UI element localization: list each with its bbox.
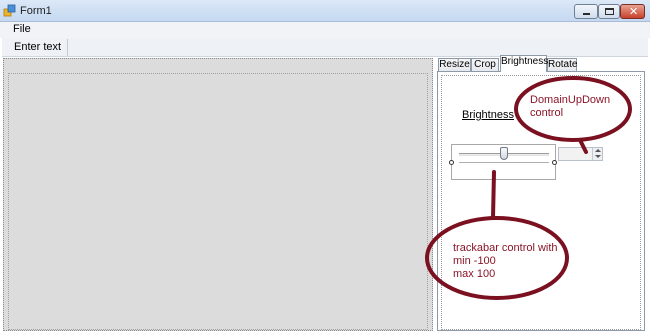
minimize-icon — [583, 13, 590, 15]
spin-up-icon[interactable] — [595, 149, 601, 152]
close-button[interactable]: ✕ — [620, 4, 645, 19]
app-icon — [3, 4, 16, 17]
title-bar: Form1 ✕ — [0, 0, 650, 22]
annotation-trackbar-line1: trackabar control with — [453, 242, 558, 254]
spin-down-icon[interactable] — [595, 155, 601, 158]
annotation-trackbar: trackabar control with min -100 max 100 — [453, 242, 573, 281]
enter-text-button[interactable]: Enter text — [8, 39, 69, 56]
selection-handle-right[interactable] — [552, 160, 557, 165]
image-panel — [3, 58, 433, 331]
maximize-button[interactable] — [598, 4, 620, 19]
image-area[interactable] — [8, 73, 428, 330]
domain-updown[interactable] — [558, 147, 603, 161]
tab-resize[interactable]: Resize — [438, 58, 471, 72]
brightness-label: Brightness — [462, 109, 514, 121]
toolbar: Enter text — [2, 38, 648, 57]
annotation-trackbar-line3: max 100 — [453, 268, 496, 280]
menu-file[interactable]: File — [13, 23, 31, 35]
minimize-button[interactable] — [574, 4, 598, 19]
updown-spin-buttons[interactable] — [592, 148, 602, 160]
window-title: Form1 — [20, 5, 52, 17]
tab-rotate[interactable]: Rotate — [547, 58, 577, 72]
annotation-domainupdown: DomainUpDown control — [530, 94, 610, 120]
selection-handle-left[interactable] — [449, 160, 454, 165]
trackbar-thumb[interactable] — [500, 147, 508, 160]
brightness-trackbar[interactable] — [449, 144, 557, 180]
maximize-icon — [605, 8, 614, 15]
annotation-trackbar-line2: min -100 — [453, 255, 496, 267]
tab-crop[interactable]: Crop — [471, 58, 499, 72]
trackbar-ticks — [459, 162, 549, 163]
menu-bar: File — [0, 22, 650, 38]
tab-brightness[interactable]: Brightness — [500, 55, 548, 72]
close-icon: ✕ — [629, 5, 639, 18]
annotation-domainupdown-line1: DomainUpDown — [530, 94, 611, 106]
annotation-domainupdown-line2: control — [530, 107, 564, 119]
